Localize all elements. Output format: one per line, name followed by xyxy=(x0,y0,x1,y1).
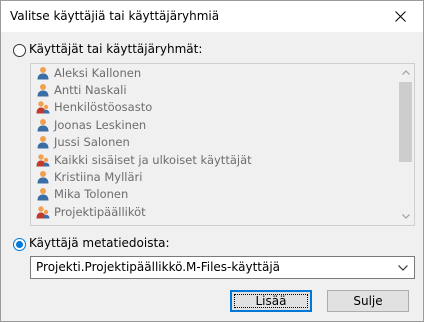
close-icon xyxy=(394,11,406,22)
chevron-up-icon xyxy=(401,70,410,75)
user-group-icon xyxy=(36,100,54,114)
dialog-window: Valitse käyttäjiä tai käyttäjäryhmiä Käy… xyxy=(0,0,424,322)
list-item[interactable]: Henkilöstöosasto xyxy=(31,99,397,116)
metadata-radio[interactable] xyxy=(13,238,26,251)
user-icon xyxy=(36,187,54,201)
user-icon xyxy=(36,66,54,80)
close-window-button[interactable] xyxy=(377,1,423,32)
list-item-label: Projektipäälliköt xyxy=(54,204,146,219)
scroll-thumb[interactable] xyxy=(399,82,412,162)
close-button[interactable]: Sulje xyxy=(327,290,409,312)
list-item[interactable]: Jussi Salonen xyxy=(31,134,397,151)
user-icon xyxy=(36,135,54,149)
window-title: Valitse käyttäjiä tai käyttäjäryhmiä xyxy=(10,9,220,23)
users-groups-label: Käyttäjät tai käyttäjäryhmät: xyxy=(29,42,203,56)
list-item[interactable]: Aleksi Kallonen xyxy=(31,64,397,81)
chevron-down-icon xyxy=(401,214,410,219)
list-item[interactable]: Joonas Leskinen xyxy=(31,116,397,133)
list-item-label: Jussi Salonen xyxy=(54,135,130,150)
metadata-property-value: Projekti.Projektipäällikkö.M-Files-käytt… xyxy=(36,260,281,274)
add-button[interactable]: Lisää xyxy=(230,290,312,312)
list-items-container: Aleksi Kallonen Antti Naskali Henkilöstöos… xyxy=(31,64,397,221)
user-icon xyxy=(36,83,54,97)
scroll-down-button[interactable] xyxy=(397,208,414,225)
chevron-down-icon xyxy=(396,261,410,275)
user-icon xyxy=(36,118,54,132)
list-item-label: Joonas Leskinen xyxy=(54,117,147,132)
user-group-icon xyxy=(36,205,54,219)
users-groups-radio[interactable] xyxy=(13,44,26,57)
user-group-icon xyxy=(36,153,54,167)
list-item[interactable]: Mika Tolonen xyxy=(31,186,397,203)
list-item-label: Aleksi Kallonen xyxy=(54,65,142,80)
list-item[interactable]: Kaikki sisäiset ja ulkoiset käyttäjät xyxy=(31,151,397,168)
list-item[interactable]: Projektipäälliköt xyxy=(31,203,397,220)
focus-rectangle xyxy=(234,294,308,308)
close-button-label: Sulje xyxy=(353,294,383,308)
list-scrollbar[interactable] xyxy=(397,64,414,225)
title-bar: Valitse käyttäjiä tai käyttäjäryhmiä xyxy=(1,1,423,32)
list-item-label: Kristiina Mylläri xyxy=(54,170,143,185)
list-item-label: Mika Tolonen xyxy=(54,187,129,202)
list-item[interactable]: Antti Naskali xyxy=(31,81,397,98)
metadata-label: Käyttäjä metatiedoista: xyxy=(29,236,170,250)
scroll-up-button[interactable] xyxy=(397,64,414,81)
user-icon xyxy=(36,170,54,184)
list-item[interactable]: Kristiina Mylläri xyxy=(31,168,397,185)
list-item-label: Antti Naskali xyxy=(54,83,127,98)
list-item-label: Henkilöstöosasto xyxy=(54,100,153,115)
metadata-property-select[interactable]: Projekti.Projektipäällikkö.M-Files-käytt… xyxy=(30,256,415,279)
users-groups-list: Aleksi Kallonen Antti Naskali Henkilöstöos… xyxy=(30,63,415,226)
list-item-label: Kaikki sisäiset ja ulkoiset käyttäjät xyxy=(54,152,252,167)
